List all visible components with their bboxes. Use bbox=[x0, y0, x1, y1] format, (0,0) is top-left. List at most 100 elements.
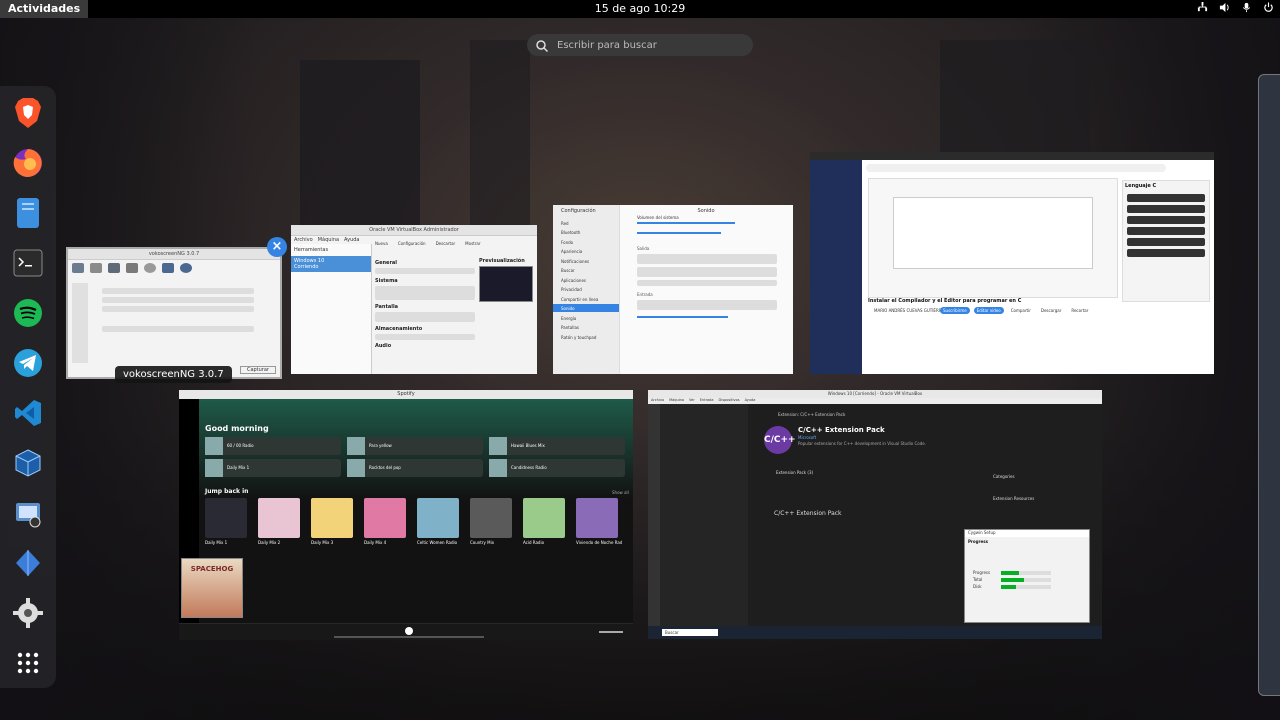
brave-icon[interactable] bbox=[12, 97, 44, 129]
screen-tab-icon[interactable] bbox=[72, 263, 84, 273]
tools-tab-icon[interactable] bbox=[126, 263, 138, 273]
overview-search[interactable] bbox=[527, 34, 753, 56]
show-all-link[interactable]: Show all bbox=[612, 490, 629, 495]
album-card[interactable]: Country Mix bbox=[470, 498, 516, 562]
playlist-item[interactable] bbox=[1127, 227, 1205, 235]
youtube-search-bar[interactable] bbox=[866, 164, 1166, 172]
settings-item[interactable]: Energía bbox=[553, 314, 619, 322]
virtualbox-icon[interactable] bbox=[12, 447, 44, 479]
quick-pick-tile[interactable]: Candidness Radio bbox=[489, 459, 625, 477]
camera-tab-icon[interactable] bbox=[108, 263, 120, 273]
detail-row bbox=[375, 286, 475, 300]
clock[interactable]: 15 de ago 10:29 bbox=[0, 0, 1280, 18]
quick-pick-tile[interactable]: Para yellow bbox=[347, 437, 483, 455]
vscode-icon[interactable] bbox=[12, 397, 44, 429]
play-button[interactable] bbox=[405, 627, 413, 635]
settings-item[interactable]: Sonido bbox=[553, 304, 619, 312]
window-browser-youtube[interactable]: Instalar el Compilador y el Editor para … bbox=[810, 152, 1214, 374]
window-settings[interactable]: Configuración Red Bluetooth Fondo Aparienci… bbox=[553, 205, 793, 374]
discard-button[interactable]: Descartar bbox=[436, 241, 456, 246]
window-spotify[interactable]: Spotify Good morning 60 / 00 Radio Para y… bbox=[179, 390, 633, 640]
app-grid-icon[interactable] bbox=[12, 647, 44, 679]
playlist-item[interactable] bbox=[1127, 205, 1205, 213]
settings-item[interactable]: Aplicaciones bbox=[553, 276, 619, 284]
download-button[interactable]: Descargar bbox=[1038, 307, 1064, 314]
system-tray[interactable] bbox=[1196, 2, 1274, 14]
quick-pick-tile[interactable]: 60 / 00 Radio bbox=[205, 437, 341, 455]
volume-slider[interactable] bbox=[637, 222, 735, 224]
next-workspace-preview[interactable] bbox=[1258, 74, 1280, 696]
clip-button[interactable]: Recortar bbox=[1068, 307, 1091, 314]
playlist-item[interactable] bbox=[1127, 249, 1205, 257]
subscribe-button[interactable]: Suscribirme bbox=[940, 307, 970, 314]
settings-item[interactable]: Red bbox=[553, 219, 619, 227]
quick-pick-tile[interactable]: Hawaii Blues Mix bbox=[489, 437, 625, 455]
tools-item[interactable]: Herramientas bbox=[291, 244, 371, 256]
files-icon[interactable] bbox=[12, 197, 44, 229]
settings-tab-icon[interactable] bbox=[162, 263, 174, 273]
album-card[interactable]: Daily Mix 4 bbox=[364, 498, 410, 562]
quick-pick-tile[interactable]: Daily Mix 1 bbox=[205, 459, 341, 477]
info-tab-icon[interactable] bbox=[180, 263, 192, 273]
editor-tab[interactable]: Extension: C/C++ Extension Pack bbox=[778, 412, 845, 417]
channel-name[interactable]: MARIO ANDRÉS CUEVAS GUTIÉRREZ bbox=[874, 308, 947, 313]
vm-item-windows10[interactable]: Windows 10 Corriendo bbox=[291, 256, 371, 272]
playlist-item[interactable] bbox=[1127, 216, 1205, 224]
extension-publisher[interactable]: Microsoft bbox=[798, 435, 816, 440]
playlist-item[interactable] bbox=[1127, 194, 1205, 202]
quick-pick-tile[interactable]: Rocktos del pop bbox=[347, 459, 483, 477]
album-card[interactable]: Viviendo de Noche Radio bbox=[576, 498, 622, 562]
album-card[interactable]: Daily Mix 2 bbox=[258, 498, 304, 562]
show-button[interactable]: Mostrar bbox=[465, 241, 480, 246]
config-button[interactable]: Configuración bbox=[398, 241, 426, 246]
telegram-icon[interactable] bbox=[12, 347, 44, 379]
settings-item[interactable]: Ratón y touchpad bbox=[553, 333, 619, 341]
settings-item[interactable]: Notificaciones bbox=[553, 257, 619, 265]
settings-item[interactable]: Pantallas bbox=[553, 323, 619, 331]
close-window-button[interactable]: × bbox=[267, 237, 287, 257]
settings-item[interactable]: Bluetooth bbox=[553, 228, 619, 236]
settings-item[interactable]: Fondo bbox=[553, 238, 619, 246]
album-card[interactable]: Daily Mix 1 bbox=[205, 498, 251, 562]
audio-tab-icon[interactable] bbox=[90, 263, 102, 273]
settings-icon[interactable] bbox=[12, 597, 44, 629]
search-input[interactable] bbox=[555, 38, 749, 52]
terminal-icon[interactable] bbox=[12, 247, 44, 279]
balance-slider[interactable] bbox=[637, 280, 777, 286]
taskbar-search[interactable]: Buscar bbox=[662, 629, 718, 636]
video-player[interactable] bbox=[868, 178, 1118, 298]
edit-video-button[interactable]: Editar video bbox=[973, 307, 1004, 314]
app-volume-slider[interactable] bbox=[637, 232, 721, 234]
cygwin-setup-dialog[interactable]: Cygwin Setup Progress Progress Total Disk bbox=[964, 529, 1090, 623]
screenshot-icon[interactable] bbox=[12, 497, 44, 529]
input-volume-slider[interactable] bbox=[637, 316, 728, 318]
playlist-item[interactable] bbox=[1127, 238, 1205, 246]
new-vm-button[interactable]: Nueva bbox=[375, 241, 388, 246]
menu-item[interactable]: Archivo bbox=[294, 237, 313, 243]
input-device-select[interactable] bbox=[637, 300, 777, 310]
settings-item[interactable]: Privacidad bbox=[553, 285, 619, 293]
menu-item[interactable]: Ayuda bbox=[344, 237, 359, 243]
volume-bar[interactable] bbox=[599, 631, 623, 633]
window-vokoscreen[interactable]: vokoscreenNG 3.0.7 Capturar bbox=[66, 247, 282, 379]
output-device-select[interactable] bbox=[637, 254, 777, 264]
settings-item[interactable]: Compartir en línea bbox=[553, 295, 619, 303]
album-card[interactable]: Celtic Women Radio bbox=[417, 498, 463, 562]
progress-bar bbox=[1001, 584, 1051, 589]
settings-item[interactable]: Apariencia bbox=[553, 247, 619, 255]
config-select[interactable] bbox=[637, 267, 777, 277]
settings-item[interactable]: Buscar bbox=[553, 266, 619, 274]
capture-button[interactable]: Capturar bbox=[239, 366, 276, 374]
spotify-icon[interactable] bbox=[12, 297, 44, 329]
window-vm-vscode[interactable]: Windows 10 [Corriendo] - Oracle VM Virtu… bbox=[648, 390, 1102, 639]
firefox-icon[interactable] bbox=[12, 147, 44, 179]
menu-item[interactable]: Máquina bbox=[318, 237, 339, 243]
now-playing-cover[interactable]: SPACEHOG bbox=[181, 558, 243, 618]
share-button[interactable]: Compartir bbox=[1008, 307, 1034, 314]
album-card[interactable]: Daily Mix 3 bbox=[311, 498, 357, 562]
window-virtualbox[interactable]: Oracle VM VirtualBox Administrador Archi… bbox=[291, 225, 537, 374]
album-card[interactable]: Acid Radio bbox=[523, 498, 569, 562]
timer-tab-icon[interactable] bbox=[144, 263, 156, 273]
progress-bar[interactable] bbox=[334, 636, 484, 638]
kite-icon[interactable] bbox=[12, 547, 44, 579]
